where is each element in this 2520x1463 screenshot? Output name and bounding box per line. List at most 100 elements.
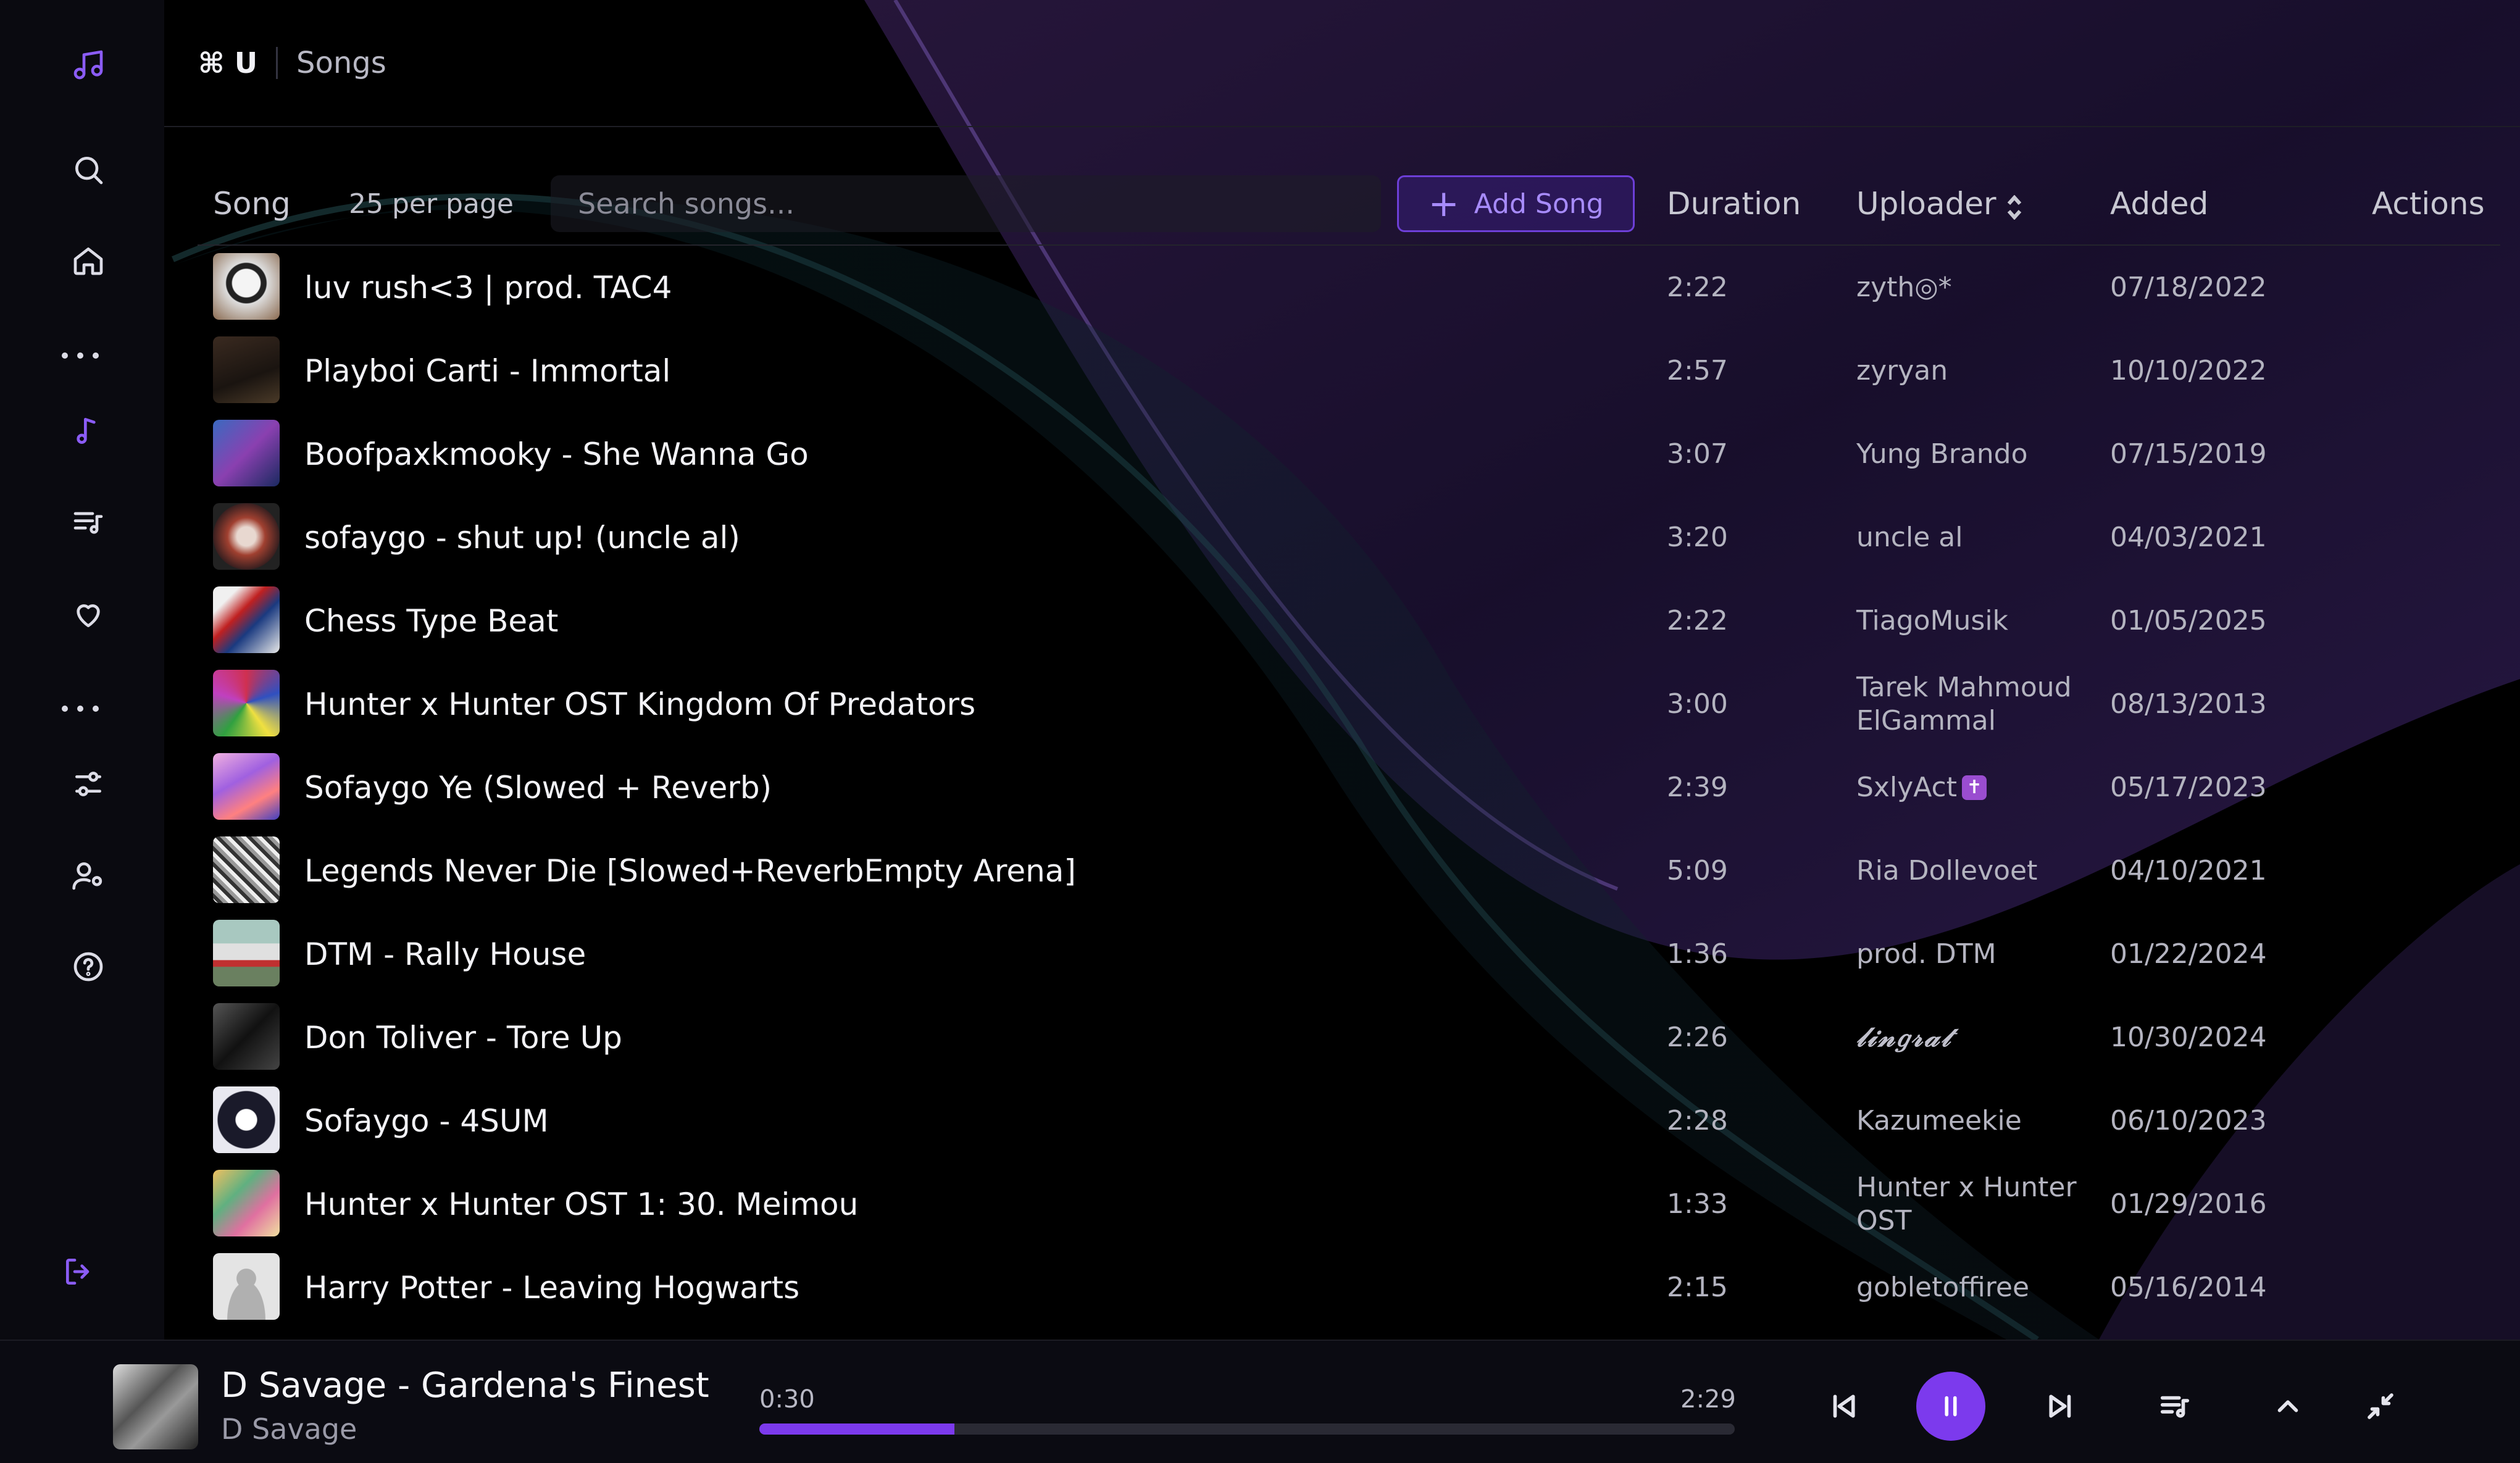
table-row[interactable]: luv rush<3 | prod. TAC4 2:22 zyth◎* 07/1… [198,246,2500,329]
search-input[interactable] [551,175,1381,232]
table-row[interactable]: Don Toliver - Tore Up 2:26 𝓁𝒾𝓃𝑔𝓇𝒶𝓉 10/30… [198,996,2500,1079]
song-column-header: Song [213,186,291,222]
queue-icon[interactable] [2140,1372,2209,1441]
now-playing-artwork[interactable] [113,1364,198,1449]
song-thumbnail [213,836,280,903]
page-title: Songs [296,46,386,80]
song-thumbnail [213,1086,280,1153]
table-row[interactable]: Sofaygo - 4SUM 2:28 Kazumeekie 06/10/202… [198,1079,2500,1162]
cross-badge-icon: ✝ [1962,775,1987,800]
settings-sliders-icon[interactable] [64,759,113,809]
song-duration: 2:39 [1667,772,1728,803]
header-divider [276,47,278,79]
song-uploader[interactable]: Hunter x Hunter OST [1856,1162,2091,1246]
previous-track-button[interactable] [1809,1372,1878,1441]
song-title[interactable]: Boofpaxkmooky - She Wanna Go [304,412,809,496]
uploader-header-label: Uploader [1856,186,1996,222]
song-uploader[interactable]: Kazumeekie [1856,1079,2091,1162]
songs-table: Song 25 per page + Add Song Duration Upl… [198,173,2500,1329]
song-title[interactable]: Hunter x Hunter OST Kingdom Of Predators [304,662,975,746]
song-uploader[interactable]: SxlyAct ✝ [1856,746,2091,829]
song-uploader[interactable]: 𝓁𝒾𝓃𝑔𝓇𝒶𝓉 [1856,996,2091,1079]
song-duration: 3:07 [1667,438,1728,470]
heart-icon[interactable] [64,590,113,639]
song-thumbnail [213,420,280,486]
now-playing-bar: D Savage - Gardena's Finest D Savage 0:3… [0,1340,2520,1463]
uploader-column-header[interactable]: Uploader [1856,173,2022,235]
progress-bar[interactable] [759,1423,1735,1435]
song-duration: 2:22 [1667,605,1728,636]
song-uploader[interactable]: gobletoffiree [1856,1246,2091,1329]
song-added-date: 01/22/2024 [2110,938,2267,970]
song-title[interactable]: Harry Potter - Leaving Hogwarts [304,1246,799,1329]
sort-icon[interactable] [2006,191,2022,220]
table-row[interactable]: Hunter x Hunter OST 1: 30. Meimou 1:33 H… [198,1162,2500,1246]
song-thumbnail [213,920,280,986]
table-row[interactable]: DTM - Rally House 1:36 prod. DTM 01/22/2… [198,912,2500,996]
per-page-selector[interactable]: 25 per page [349,173,514,235]
table-row[interactable]: Hunter x Hunter OST Kingdom Of Predators… [198,662,2500,746]
more-dots-icon-2[interactable] [62,702,99,715]
song-added-date: 07/18/2022 [2110,272,2267,303]
logout-icon[interactable] [54,1247,104,1296]
song-duration: 3:20 [1667,522,1728,553]
user-settings-icon[interactable] [64,851,113,900]
now-playing-artist[interactable]: D Savage [221,1412,357,1446]
song-uploader[interactable]: uncle al [1856,496,2091,579]
table-row[interactable]: Sofaygo Ye (Slowed + Reverb) 2:39 SxlyAc… [198,746,2500,829]
added-column-header[interactable]: Added [2110,173,2208,235]
song-duration: 2:26 [1667,1022,1728,1053]
song-duration: 2:57 [1667,355,1728,386]
song-thumbnail [213,1170,280,1236]
song-uploader[interactable]: Yung Brando [1856,412,2091,496]
song-added-date: 06/10/2023 [2110,1105,2267,1136]
pause-button[interactable] [1916,1372,1985,1441]
table-row[interactable]: Playboi Carti - Immortal 2:57 zyryan 10/… [198,329,2500,412]
song-uploader[interactable]: prod. DTM [1856,912,2091,996]
add-song-label: Add Song [1474,188,1604,220]
song-title[interactable]: Sofaygo Ye (Slowed + Reverb) [304,746,772,829]
table-row[interactable]: Chess Type Beat 2:22 TiagoMusik 01/05/20… [198,579,2500,662]
table-row[interactable]: Legends Never Die [Slowed+ReverbEmpty Ar… [198,829,2500,912]
playlist-icon[interactable] [64,498,113,547]
chevron-up-icon[interactable] [2253,1372,2322,1441]
search-icon[interactable] [64,145,113,194]
table-row[interactable]: Boofpaxkmooky - She Wanna Go 3:07 Yung B… [198,412,2500,496]
song-title[interactable]: DTM - Rally House [304,912,586,996]
plus-icon: + [1428,182,1459,225]
song-uploader-name: SxlyAct [1856,771,1958,803]
duration-column-header[interactable]: Duration [1667,173,1801,235]
song-title[interactable]: luv rush<3 | prod. TAC4 [304,246,672,329]
table-row[interactable]: sofaygo - shut up! (uncle al) 3:20 uncle… [198,496,2500,579]
music-note-logo-icon[interactable] [64,40,113,90]
song-uploader[interactable]: zyryan [1856,329,2091,412]
song-title[interactable]: Don Toliver - Tore Up [304,996,622,1079]
song-uploader[interactable]: zyth◎* [1856,246,2091,329]
next-track-button[interactable] [2026,1372,2095,1441]
song-title[interactable]: sofaygo - shut up! (uncle al) [304,496,740,579]
song-thumbnail [213,1003,280,1070]
song-thumbnail [213,670,280,736]
progress-fill [759,1423,954,1435]
home-icon[interactable] [64,236,113,285]
song-title[interactable]: Legends Never Die [Slowed+ReverbEmpty Ar… [304,829,1076,912]
song-thumbnail [213,336,280,403]
sidebar [0,0,164,1340]
song-thumbnail [213,1253,280,1320]
add-song-button[interactable]: + Add Song [1397,175,1635,232]
song-title[interactable]: Chess Type Beat [304,579,558,662]
help-icon[interactable] [64,942,113,991]
song-added-date: 10/10/2022 [2110,355,2267,386]
song-title[interactable]: Playboi Carti - Immortal [304,329,670,412]
song-duration: 2:15 [1667,1272,1728,1303]
table-row[interactable]: Harry Potter - Leaving Hogwarts 2:15 gob… [198,1246,2500,1329]
song-title[interactable]: Hunter x Hunter OST 1: 30. Meimou [304,1162,858,1246]
song-added-date: 05/17/2023 [2110,772,2267,803]
minimize-icon[interactable] [2346,1372,2415,1441]
song-uploader[interactable]: Ria Dollevoet [1856,829,2091,912]
song-uploader[interactable]: TiagoMusik [1856,579,2091,662]
more-dots-icon[interactable] [62,349,99,362]
song-uploader[interactable]: Tarek Mahmoud ElGammal [1856,662,2091,746]
songs-note-icon[interactable] [64,406,113,456]
song-title[interactable]: Sofaygo - 4SUM [304,1079,549,1162]
